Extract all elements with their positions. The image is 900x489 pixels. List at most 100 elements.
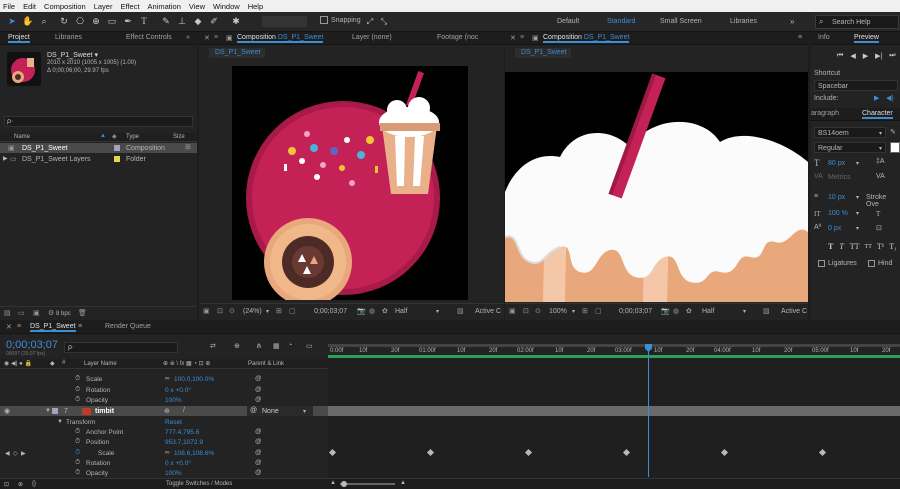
brush-tool-icon[interactable]: ✎ — [160, 15, 172, 28]
layer-duration-bar[interactable] — [328, 406, 900, 416]
expand-arrow-icon[interactable]: ▼ — [57, 419, 63, 425]
hindi-checkbox-box[interactable] — [868, 260, 875, 267]
always-preview-icon[interactable]: ▣ — [203, 307, 210, 315]
property-value[interactable]: 100% — [165, 470, 182, 477]
stopwatch-icon[interactable]: ⏱ — [75, 386, 80, 394]
menu-effect[interactable]: Effect — [120, 2, 139, 11]
pickwhip-icon[interactable]: @ — [255, 459, 262, 466]
camera-dropdown-2[interactable]: Active C — [781, 308, 807, 315]
timeline-row-scale[interactable]: ⏱ Scale ∞ 100.0,100.0% @ — [0, 374, 328, 384]
fill-color-swatch[interactable] — [890, 142, 900, 153]
col-size[interactable]: Size — [173, 134, 185, 140]
selection-tool-icon[interactable]: ➤ — [6, 15, 18, 28]
project-row-folder[interactable]: ▶ ▭ DS_P1_Sweet Layers Folder — [0, 154, 197, 164]
time-ruler[interactable]: 0:00f 10f 20f 01:00f 10f 20f 02:00f 10f … — [328, 336, 900, 358]
3d-glasses-icon[interactable]: ⊡ — [217, 307, 223, 315]
grid-icon[interactable]: ⊞ — [582, 307, 588, 315]
channel-icon[interactable]: ✿ — [686, 307, 692, 315]
timeline-row-transform[interactable]: ▼ Transform Reset — [0, 417, 328, 427]
play-icon[interactable]: ▶ — [863, 52, 868, 60]
timeline-zoom-slider[interactable] — [340, 483, 395, 485]
superscript-icon[interactable]: T¹ — [877, 242, 884, 251]
col-type[interactable]: Type — [126, 134, 139, 140]
pickwhip-icon[interactable]: @ — [255, 469, 262, 476]
menu-composition[interactable]: Composition — [44, 2, 86, 11]
frame-blending-icon[interactable]: ▦ — [273, 342, 280, 350]
timeline-row-scale-animated[interactable]: ◀ ◇ ▶ ⏱ Scale ∞ 108.6,108.6% @ — [0, 448, 328, 458]
channel-icon[interactable]: ✿ — [382, 307, 388, 315]
project-search-field[interactable]: ρ· — [4, 116, 193, 127]
mask-visibility-icon[interactable]: ⊙ — [229, 307, 235, 315]
property-value[interactable]: 100% — [165, 397, 182, 404]
comp2-flow-breadcrumb[interactable]: DS_P1_Sweet — [515, 48, 571, 58]
pickwhip-icon[interactable]: @ — [255, 438, 262, 445]
transform-reset[interactable]: Reset — [165, 419, 182, 426]
stopwatch-icon[interactable]: ⏱ — [75, 375, 80, 383]
link-icon[interactable]: ∞ — [165, 449, 170, 456]
transfer-controls-icon[interactable]: ⊕ — [18, 481, 23, 488]
keyframe[interactable] — [818, 448, 827, 457]
property-value[interactable]: 100.0,100.0% — [174, 376, 214, 383]
resolution-chevron-icon[interactable]: ▾ — [743, 308, 746, 315]
menu-file[interactable]: File — [3, 2, 15, 11]
menu-edit[interactable]: Edit — [23, 2, 36, 11]
tab-footage[interactable]: Footage (noc — [437, 34, 478, 41]
stopwatch-icon[interactable]: ⏱ — [75, 428, 80, 436]
comp2-time-display[interactable]: 0;00;03;07 — [619, 308, 652, 315]
prev-frame-icon[interactable]: ◀ — [850, 52, 855, 60]
faux-bold-icon[interactable]: T — [828, 242, 833, 251]
property-value[interactable]: 0 x +0.0° — [165, 460, 191, 467]
next-frame-icon[interactable]: ▶| — [875, 52, 882, 60]
tab-info[interactable]: Info — [818, 34, 830, 41]
type-tool-icon[interactable]: T — [138, 15, 150, 28]
zoom-chevron-icon[interactable]: ▾ — [572, 308, 575, 315]
label-col-icon[interactable]: ◆ — [112, 133, 117, 140]
pan-behind-tool-icon[interactable]: ⊕ — [90, 15, 102, 28]
close-icon[interactable]: ✕ — [6, 323, 12, 331]
stroke-type-dropdown[interactable]: Stroke Ove — [866, 194, 900, 208]
timeline-current-time[interactable]: 0;00;03;07 — [6, 339, 58, 351]
mask-icon[interactable]: ▢ — [289, 307, 296, 315]
sort-icon[interactable]: ▲ — [100, 133, 106, 139]
project-settings-icon[interactable]: ⚙ — [48, 309, 54, 317]
zoom-chevron-icon[interactable]: ▾ — [266, 308, 269, 315]
col-layer-name[interactable]: Layer Name — [84, 361, 117, 367]
3d-glasses-icon[interactable]: ⊡ — [523, 307, 529, 315]
tab-character[interactable]: Character — [862, 110, 893, 119]
bpc-label[interactable]: 8 bpc — [56, 311, 71, 317]
flowchart-icon[interactable]: ⊞ — [185, 143, 191, 151]
parent-dropdown[interactable]: @ None ▾ — [247, 406, 313, 416]
zoom-dropdown[interactable]: (24%) — [243, 308, 262, 315]
shy-switch-icon[interactable]: ⊕ — [164, 407, 170, 415]
timeline-row-opacity[interactable]: ⏱ Opacity 100% @ — [0, 395, 328, 405]
property-value[interactable]: 777.4,795.6 — [165, 429, 199, 436]
tab-project[interactable]: Project — [8, 34, 30, 43]
tab-preview[interactable]: Preview — [854, 34, 879, 43]
draft-3d-icon[interactable]: ⊕ — [234, 342, 240, 350]
resolution-chevron-icon[interactable]: ▾ — [436, 308, 439, 315]
resolution-dropdown-2[interactable]: Half — [702, 308, 714, 315]
stopwatch-icon[interactable]: ⏱ — [75, 469, 80, 477]
snap-icon-2[interactable]: ⤡ — [378, 15, 390, 28]
workspace-libraries[interactable]: Libraries — [730, 18, 757, 25]
property-value[interactable]: 108.6,108.6% — [174, 450, 214, 457]
chevron-down-icon[interactable]: ▾ — [856, 210, 859, 217]
comp-viewer-canvas[interactable] — [232, 66, 468, 300]
stroke-width-value[interactable]: 10 px — [828, 194, 845, 201]
last-frame-icon[interactable]: ⏭ — [889, 52, 895, 60]
property-value[interactable]: 0 x +0.0° — [165, 387, 191, 394]
pickwhip-icon[interactable]: @ — [255, 375, 262, 382]
tab-layer[interactable]: Layer (none) — [352, 34, 392, 41]
workspace-default[interactable]: Default — [557, 18, 579, 25]
interpret-footage-icon[interactable]: ▤ — [4, 309, 11, 317]
keyframe[interactable] — [720, 448, 729, 457]
menu-window[interactable]: Window — [213, 2, 240, 11]
motion-blur-icon[interactable]: ◔ — [288, 342, 292, 349]
small-caps-icon[interactable]: TT — [865, 244, 872, 250]
eraser-tool-icon[interactable]: ◆ — [192, 15, 204, 28]
menu-animation[interactable]: Animation — [148, 2, 181, 11]
all-caps-icon[interactable]: TT — [850, 242, 860, 251]
region-of-interest-icon[interactable]: ▨ — [457, 307, 464, 315]
timeline-row-opacity-2[interactable]: ⏱ Opacity 100% @ — [0, 468, 328, 478]
pickwhip-icon[interactable]: @ — [255, 449, 262, 456]
